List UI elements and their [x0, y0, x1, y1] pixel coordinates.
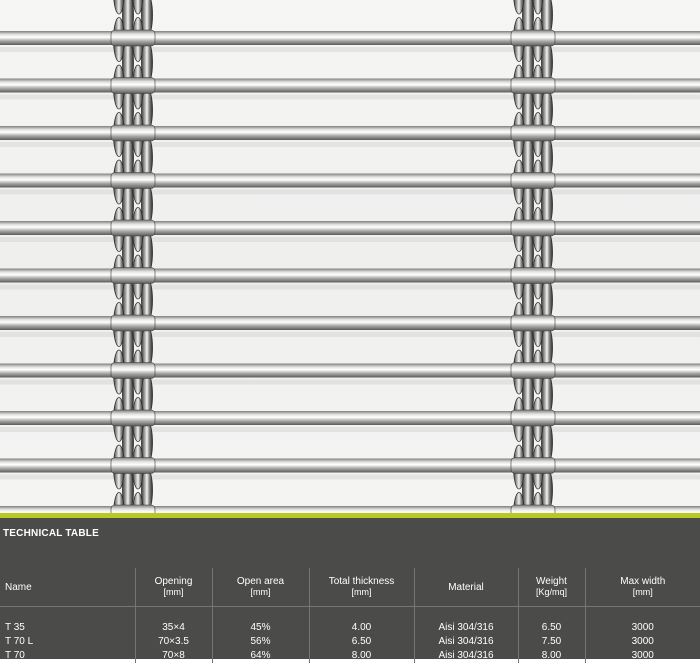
table-cell: Aisi 304/316	[414, 649, 518, 663]
table-cell: 3000	[585, 649, 700, 663]
mesh-rod	[0, 364, 700, 385]
mesh-rod	[0, 411, 700, 432]
column-header: Total thickness[mm]	[309, 568, 414, 607]
table-cell: 70×3.5	[135, 635, 212, 649]
table-row: T 70 L70×3.556%6.50Aisi 304/3167.503000	[0, 635, 700, 649]
mesh-rod	[0, 174, 700, 195]
table-row: T 7070×864%8.00Aisi 304/3168.003000	[0, 649, 700, 663]
mesh-photo	[0, 0, 700, 513]
mesh-rod	[0, 221, 700, 242]
mesh-rod	[0, 316, 700, 337]
column-header: Open area[mm]	[212, 568, 309, 607]
table-cell: T 70 L	[0, 635, 135, 649]
column-header-unit: [mm]	[136, 587, 212, 598]
mesh-illustration	[0, 0, 700, 513]
table-cell: 70×8	[135, 649, 212, 663]
column-header: Opening[mm]	[135, 568, 212, 607]
column-header: Weight[Kg/mq]	[518, 568, 585, 607]
table-cell: 64%	[212, 649, 309, 663]
mesh-rod	[0, 506, 700, 513]
column-header-unit: [mm]	[213, 587, 309, 598]
column-header-label: Total thickness	[310, 576, 414, 587]
table-cell: 3000	[585, 621, 700, 635]
table-cell: 45%	[212, 621, 309, 635]
table-cell: 6.50	[518, 621, 585, 635]
technical-panel: TECHNICAL TABLE NameOpening[mm]Open area…	[0, 518, 700, 659]
table-cell: 56%	[212, 635, 309, 649]
table-cell: 8.00	[518, 649, 585, 663]
table-cell: 8.00	[309, 649, 414, 663]
column-header-label: Weight	[519, 576, 585, 587]
table-cell: 4.00	[309, 621, 414, 635]
column-header-unit: [mm]	[586, 587, 700, 598]
table-cell: Aisi 304/316	[414, 635, 518, 649]
table-title: TECHNICAL TABLE	[3, 528, 99, 539]
column-header: Max width[mm]	[585, 568, 700, 607]
mesh-cable	[111, 0, 155, 513]
column-header-unit: [Kg/mq]	[519, 587, 585, 598]
table-cell: 35×4	[135, 621, 212, 635]
table-cell: 6.50	[309, 635, 414, 649]
table-cell: T 70	[0, 649, 135, 663]
table-cell: 7.50	[518, 635, 585, 649]
mesh-rod	[0, 31, 700, 52]
table-cell: T 35	[0, 621, 135, 635]
mesh-rod	[0, 79, 700, 100]
column-header-label: Max width	[586, 576, 700, 587]
table-row: T 3535×445%4.00Aisi 304/3166.503000	[0, 621, 700, 635]
table-cell: Aisi 304/316	[414, 621, 518, 635]
column-header-label: Opening	[136, 576, 212, 587]
table-cell: 3000	[585, 635, 700, 649]
column-header-unit: [mm]	[310, 587, 414, 598]
mesh-cable	[511, 0, 555, 513]
mesh-rod	[0, 459, 700, 480]
column-header-label: Name	[5, 582, 135, 593]
column-header: Name	[0, 568, 135, 607]
mesh-rod	[0, 269, 700, 290]
table-header-row: NameOpening[mm]Open area[mm]Total thickn…	[0, 568, 700, 607]
mesh-rod	[0, 126, 700, 147]
technical-table: NameOpening[mm]Open area[mm]Total thickn…	[0, 568, 700, 663]
column-header-label: Material	[415, 582, 518, 593]
column-header: Material	[414, 568, 518, 607]
column-header-label: Open area	[213, 576, 309, 587]
